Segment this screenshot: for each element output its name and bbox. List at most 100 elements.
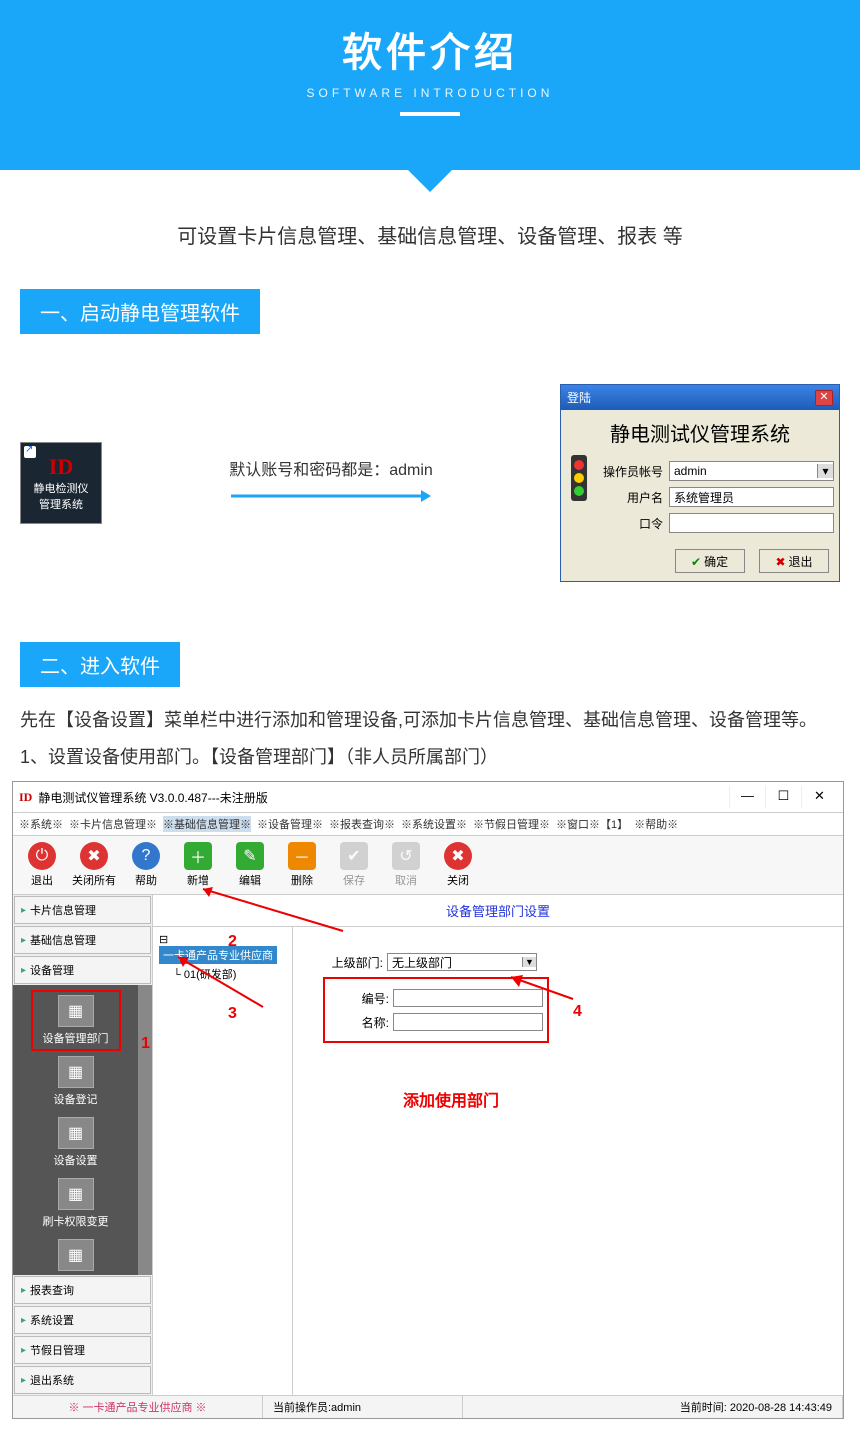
sidebar-item[interactable]: ▦设备管理部门 (36, 995, 116, 1046)
nav-top-button[interactable]: ▸卡片信息管理 (14, 896, 151, 924)
sidebar: ▸卡片信息管理 ▸基础信息管理 ▸设备管理 ▦设备管理部门 ▦设备登记 ▦设备设置 ▦… (13, 895, 153, 1395)
folder-icon: ▸ (21, 1285, 26, 1296)
hero-banner: 软件介绍 SOFTWARE INTRODUCTION (0, 0, 860, 170)
operator-combo[interactable]: admin ▾ (669, 461, 834, 481)
form-area: 上级部门: 无上级部门 ▼ 编号: 名称: (293, 927, 843, 1395)
section2-para2: 1、设置设备使用部门。【设备管理部门】（非人员所属部门） (20, 744, 840, 771)
hero-underline (400, 112, 460, 116)
step1-row: ID 静电检测仪 管理系统 默认账号和密码都是：admin 登陆 ✕ 静电测试仪… (20, 384, 840, 582)
sidebar-item-icon: ▦ (58, 1239, 94, 1271)
toolbar-关闭所有-button[interactable]: ✖关闭所有 (69, 840, 119, 890)
toolbar-新增-button[interactable]: ＋新增 (173, 840, 223, 890)
menubar: ※系统※ ※卡片信息管理※ ※基础信息管理※ ※设备管理※ ※报表查询※ ※系统… (13, 813, 843, 836)
toolbar-退出-button[interactable]: ⏻退出 (17, 840, 67, 890)
toolbar-保存-button: ✔保存 (329, 840, 379, 890)
sidebar-item[interactable]: ▦设备登记 (36, 1056, 116, 1107)
username-label: 用户名 (593, 489, 663, 506)
nav-top-button[interactable]: ▸基础信息管理 (14, 926, 151, 954)
window-close-button[interactable]: ✕ (801, 786, 837, 808)
highlighted-fields: 编号: 名称: (323, 977, 549, 1043)
folder-icon: ▸ (21, 905, 26, 916)
menu-item[interactable]: ※系统设置※ (401, 816, 467, 832)
tree-child[interactable]: └ 01(研发部) (173, 966, 286, 982)
toolbar: ⏻退出✖关闭所有?帮助＋新增✎编辑－删除✔保存↺取消✖关闭 (13, 836, 843, 895)
toolbar-icon: ＋ (184, 842, 212, 870)
desktop-shortcut-icon[interactable]: ID 静电检测仪 管理系统 (20, 442, 102, 524)
nav-bottom-button[interactable]: ▸系统设置 (14, 1306, 151, 1334)
folder-icon: ▸ (21, 1375, 26, 1386)
callout-2: 2 (228, 933, 237, 951)
main-title: 设备管理部门设置 (153, 895, 843, 927)
shortcut-arrow-icon (24, 446, 36, 458)
login-titlebar-text: 登陆 (567, 389, 591, 406)
scrollbar[interactable] (138, 985, 152, 1275)
hero-triangle-icon (406, 168, 454, 192)
menu-item[interactable]: ※系统※ (19, 816, 63, 832)
toolbar-编辑-button[interactable]: ✎编辑 (225, 840, 275, 890)
toolbar-取消-button: ↺取消 (381, 840, 431, 890)
folder-icon: ▸ (21, 1315, 26, 1326)
menu-item[interactable]: ※窗口※【1】 (556, 816, 628, 832)
menu-item[interactable]: ※帮助※ (634, 816, 678, 832)
menu-item[interactable]: ※设备管理※ (257, 816, 323, 832)
folder-icon: ▸ (21, 935, 26, 946)
nav-bottom-button[interactable]: ▸退出系统 (14, 1366, 151, 1394)
statusbar: ※ 一卡通产品专业供应商 ※ 当前操作员:admin 当前时间: 2020-08… (13, 1395, 843, 1418)
login-ok-button[interactable]: 确定 (675, 549, 745, 573)
menu-item[interactable]: ※基础信息管理※ (163, 816, 251, 832)
maximize-button[interactable]: ☐ (765, 786, 801, 808)
toolbar-icon: － (288, 842, 316, 870)
toolbar-icon: ✎ (236, 842, 264, 870)
main-area: 设备管理部门设置 ⊟ 一卡通产品专业供应商 └ 01(研发部) 上级部门: 无上… (153, 895, 843, 1395)
app-title: 静电测试仪管理系统 V3.0.0.487---未注册版 (38, 789, 729, 806)
hero-subtitle: SOFTWARE INTRODUCTION (0, 86, 860, 100)
nav-top-button[interactable]: ▸设备管理 (14, 956, 151, 984)
name-label: 名称: (329, 1014, 389, 1031)
toolbar-帮助-button[interactable]: ?帮助 (121, 840, 171, 890)
app-titlebar-logo-icon: ID (19, 790, 32, 805)
app-logo-icon: ID (49, 454, 73, 480)
combo-arrow-icon: ▾ (817, 464, 833, 478)
section2-label: 二、进入软件 (20, 642, 180, 687)
tree-root[interactable]: 一卡通产品专业供应商 (159, 946, 277, 964)
minimize-button[interactable]: — (729, 786, 765, 808)
login-close-button[interactable]: ✕ (815, 390, 833, 406)
nav-bottom-button[interactable]: ▸节假日管理 (14, 1336, 151, 1364)
username-field (669, 487, 834, 507)
sidebar-item[interactable]: ▦用户注册 (36, 1239, 116, 1275)
hero-title: 软件介绍 (0, 20, 860, 78)
folder-icon: ▸ (21, 1345, 26, 1356)
toolbar-icon: ✖ (444, 842, 472, 870)
sidebar-item[interactable]: ▦刷卡权限变更 (36, 1178, 116, 1229)
toolbar-删除-button[interactable]: －删除 (277, 840, 327, 890)
desktop-icon-label2: 管理系统 (39, 496, 83, 512)
section1-label: 一、启动静电管理软件 (20, 289, 260, 334)
menu-item[interactable]: ※节假日管理※ (473, 816, 550, 832)
code-input[interactable] (393, 989, 543, 1007)
menu-item[interactable]: ※报表查询※ (329, 816, 395, 832)
sidebar-item-icon: ▦ (58, 1056, 94, 1088)
status-time: 当前时间: 2020-08-28 14:43:49 (463, 1396, 843, 1418)
parent-dept-combo[interactable]: 无上级部门 ▼ (387, 953, 537, 971)
login-cancel-button[interactable]: 退出 (759, 549, 829, 573)
name-input[interactable] (393, 1013, 543, 1031)
nav-bottom-button[interactable]: ▸报表查询 (14, 1276, 151, 1304)
status-vendor: ※ 一卡通产品专业供应商 ※ (13, 1396, 263, 1418)
password-field[interactable] (669, 513, 834, 533)
toolbar-关闭-button[interactable]: ✖关闭 (433, 840, 483, 890)
login-titlebar[interactable]: 登陆 ✕ (561, 385, 839, 410)
toolbar-icon: ✖ (80, 842, 108, 870)
app-titlebar[interactable]: ID 静电测试仪管理系统 V3.0.0.487---未注册版 — ☐ ✕ (13, 782, 843, 813)
sidebar-item[interactable]: ▦设备设置 (36, 1117, 116, 1168)
red-annotation: 添加使用部门 (403, 1087, 499, 1111)
operator-label: 操作员帐号 (593, 463, 663, 480)
operator-value: admin (674, 464, 707, 478)
status-operator: 当前操作员:admin (263, 1396, 463, 1418)
sidebar-item-icon: ▦ (58, 1178, 94, 1210)
menu-item[interactable]: ※卡片信息管理※ (69, 816, 157, 832)
tree-view[interactable]: ⊟ 一卡通产品专业供应商 └ 01(研发部) (153, 927, 293, 1395)
arrow-annotation: 默认账号和密码都是：admin (112, 456, 550, 511)
intro-text: 可设置卡片信息管理、基础信息管理、设备管理、报表 等 (20, 220, 840, 249)
toolbar-icon: ? (132, 842, 160, 870)
callout-1: 1 (141, 1035, 150, 1053)
